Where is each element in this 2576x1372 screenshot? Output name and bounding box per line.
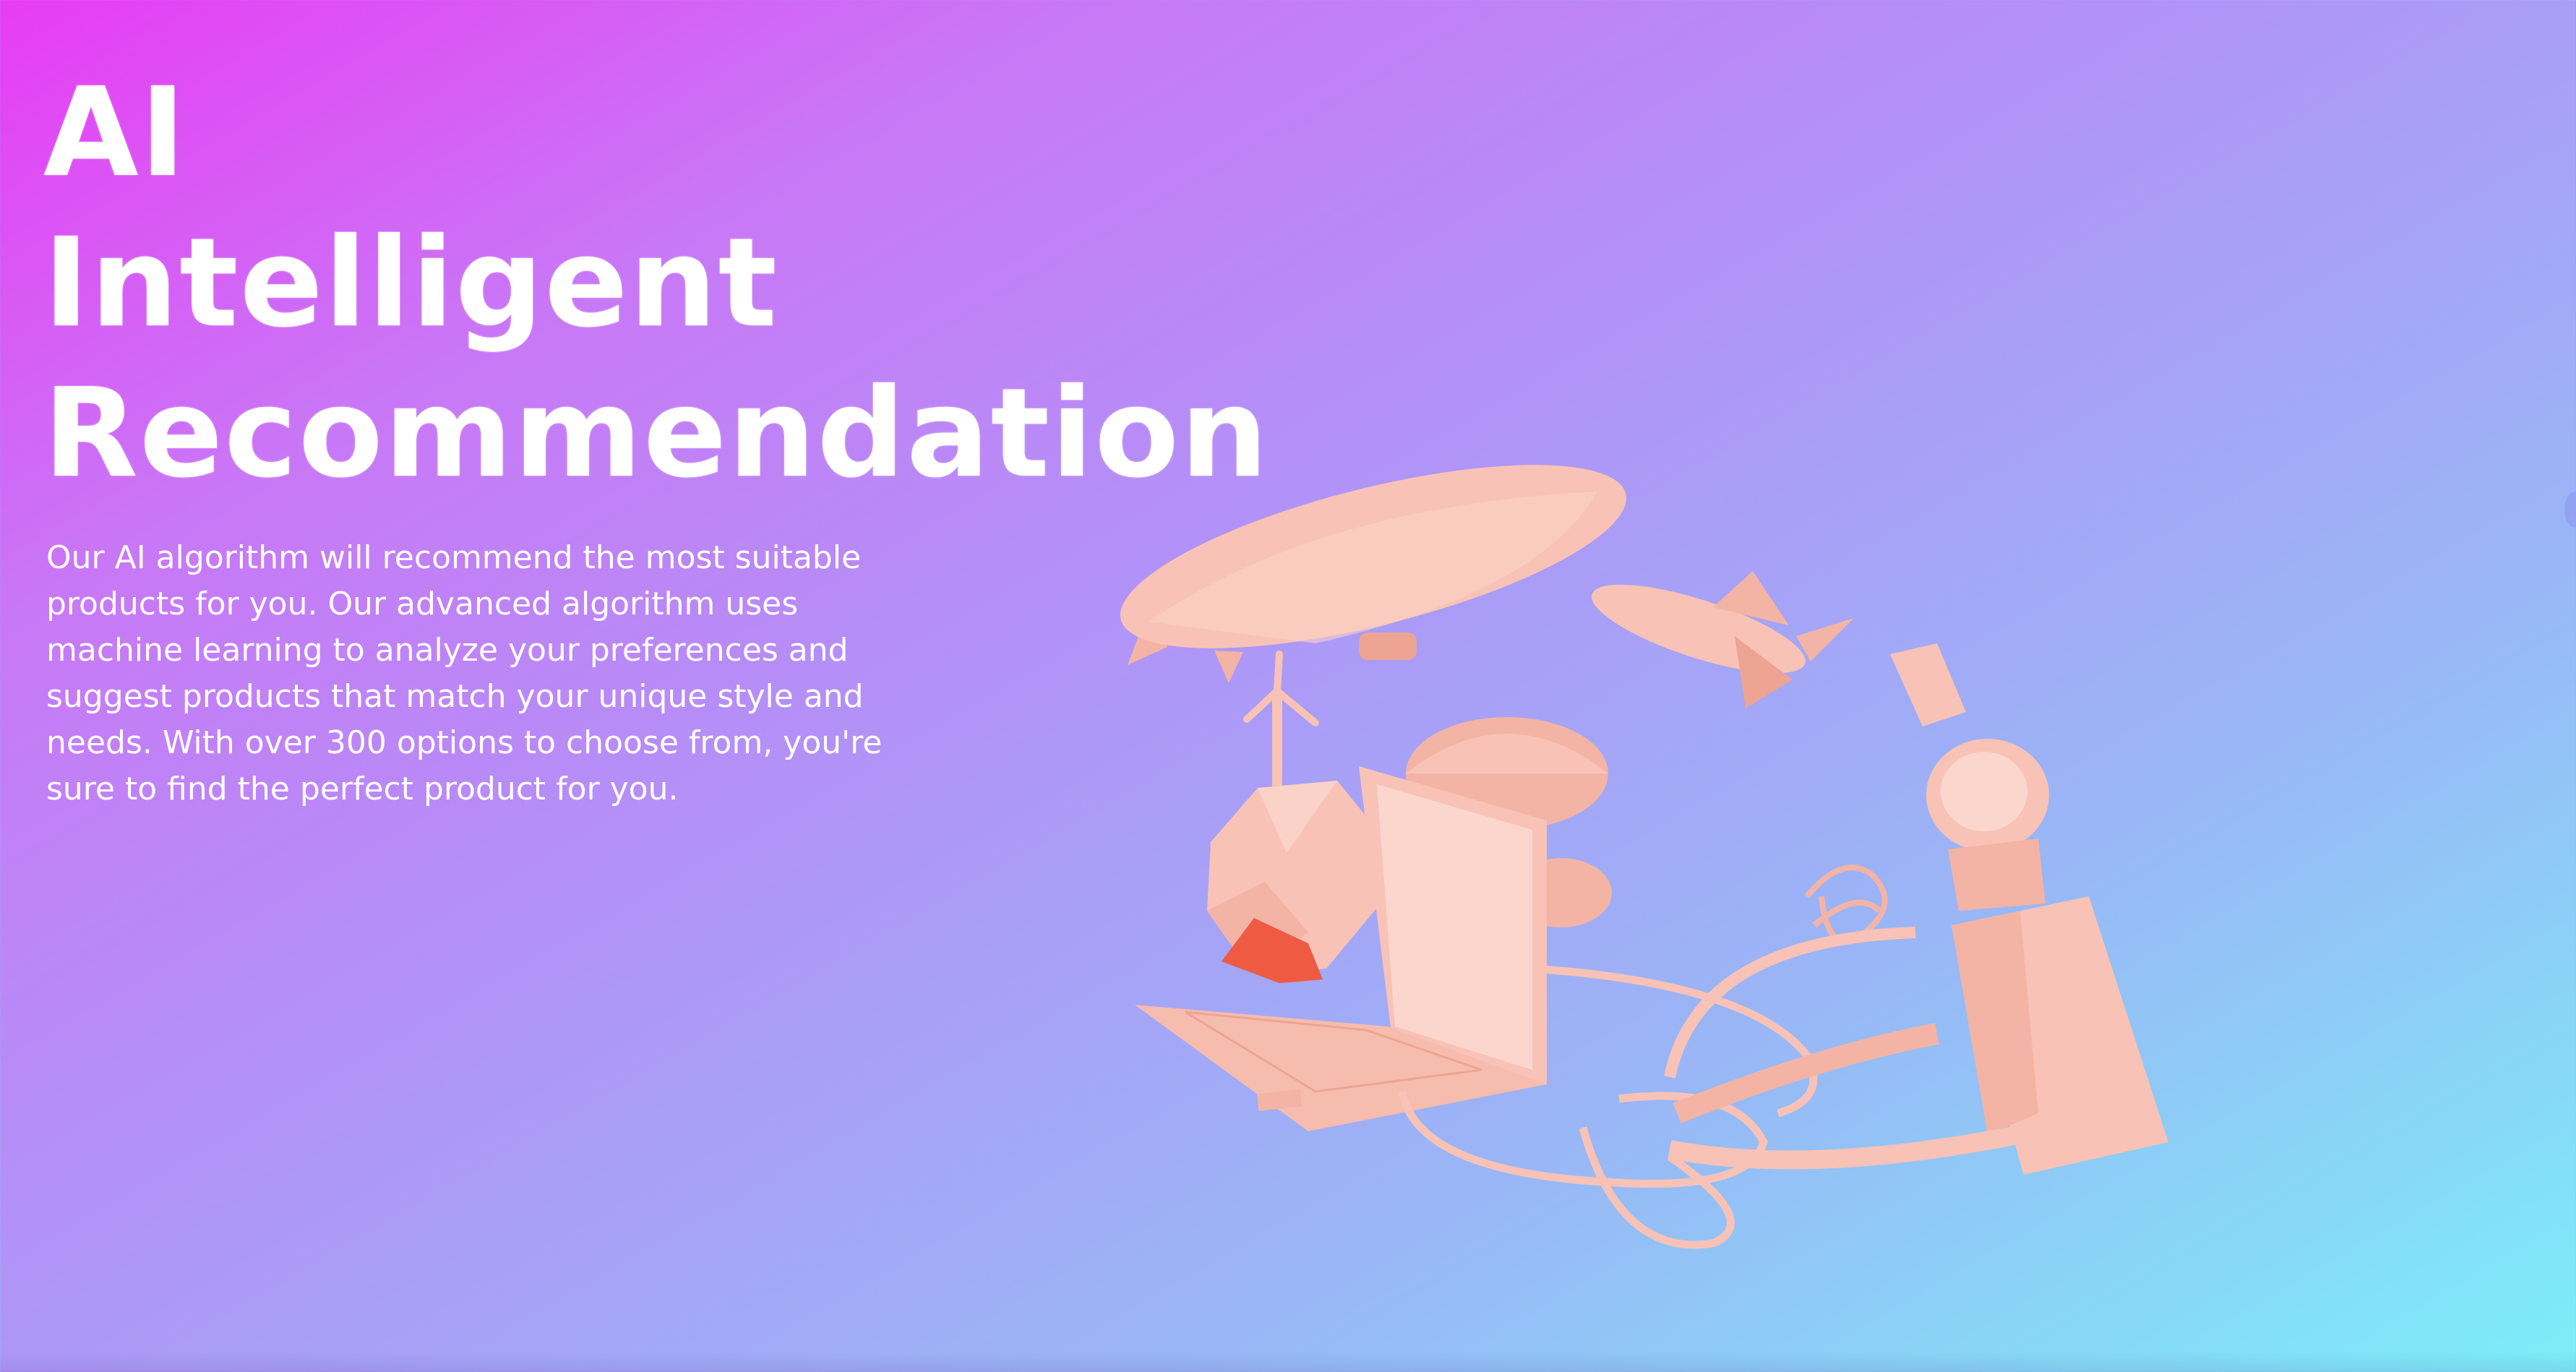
hero-title-line-1: AI — [43, 61, 187, 205]
hero-title-line-3: Recommendation — [43, 362, 1270, 505]
bottom-shadow — [0, 1352, 2576, 1372]
edge-marker — [2564, 492, 2576, 528]
low-poly-globe-icon — [1207, 781, 1384, 983]
rocket-icon — [1592, 571, 1854, 708]
hero-title-line-2: Intelligent — [43, 212, 778, 355]
hero-title: AI Intelligent Recommendation — [43, 58, 1269, 509]
vr-headset-icon — [1664, 896, 2168, 1175]
product-illustration — [1120, 465, 2168, 1249]
hero-description: Our AI algorithm will recommend the most… — [46, 539, 883, 807]
smartwatch-icon — [1890, 643, 2049, 911]
airship-icon — [1120, 465, 1627, 683]
